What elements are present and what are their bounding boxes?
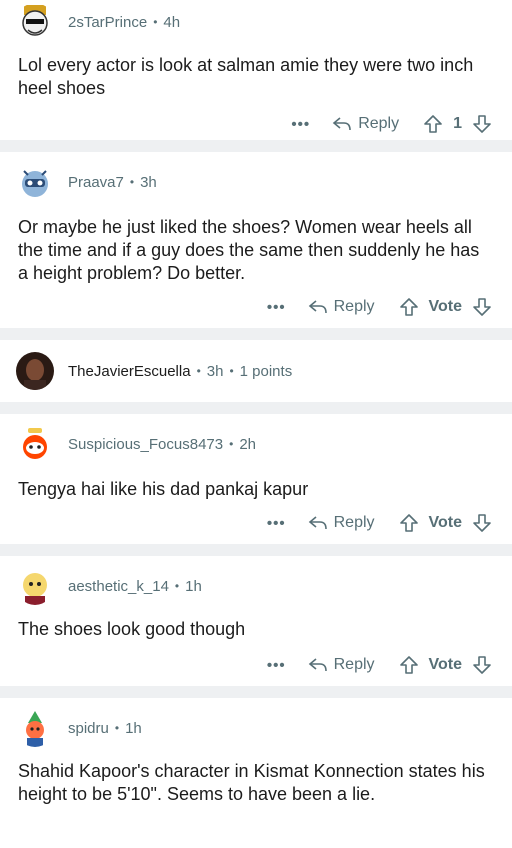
more-options-button[interactable]: ••• (267, 657, 286, 674)
vote-control: Vote (399, 655, 492, 675)
collapsed-comment[interactable]: TheJavierEscuella • 3h • 1 points (0, 340, 512, 402)
reply-button[interactable]: Reply (308, 298, 375, 316)
reply-button[interactable]: Reply (308, 514, 375, 532)
username[interactable]: spidru (68, 720, 109, 737)
upvote-arrow-icon[interactable] (399, 513, 419, 533)
separator-dot: • (229, 364, 234, 378)
upvote-arrow-icon[interactable] (423, 114, 443, 134)
timestamp: 4h (163, 13, 181, 31)
comment-separator (0, 402, 512, 414)
username[interactable]: Suspicious_Focus8473 (68, 436, 223, 453)
comment-card: aesthetic_k_14 • 1h The shoes look good … (0, 556, 512, 686)
timestamp: 3h (140, 173, 157, 191)
username[interactable]: TheJavierEscuella (68, 363, 191, 380)
more-options-button[interactable]: ••• (291, 116, 310, 133)
separator-dot: • (114, 721, 120, 735)
vote-count: 1 (453, 115, 462, 132)
user-avatar[interactable] (16, 425, 54, 463)
downvote-arrow-icon[interactable] (472, 513, 492, 533)
separator-dot: • (229, 437, 234, 451)
timestamp: 1h (125, 719, 142, 737)
upvote-arrow-icon[interactable] (399, 297, 419, 317)
reply-button[interactable]: Reply (332, 115, 399, 133)
timestamp: 1h (185, 577, 202, 595)
username[interactable]: aesthetic_k_14 (68, 578, 169, 595)
reply-label: Reply (333, 514, 375, 531)
timestamp: 2h (239, 435, 256, 453)
vote-control: Vote (399, 297, 492, 317)
reply-arrow-icon (308, 658, 327, 672)
comment-text: Tengya hai like his dad pankaj kapur (18, 479, 309, 499)
user-avatar[interactable] (16, 709, 54, 747)
user-avatar[interactable] (16, 352, 54, 390)
reply-arrow-icon (308, 300, 327, 314)
comment-separator (0, 544, 512, 556)
comment-text: Or maybe he just liked the shoes? Women … (18, 217, 480, 283)
comment-separator (0, 328, 512, 340)
points: 1 points (239, 362, 293, 380)
more-options-button[interactable]: ••• (267, 299, 286, 316)
username[interactable]: 2sTarPrince (68, 14, 147, 31)
more-options-button[interactable]: ••• (267, 515, 286, 532)
reply-arrow-icon (308, 516, 327, 530)
vote-control: Vote (399, 513, 492, 533)
separator-dot: • (153, 15, 158, 29)
vote-label: Vote (428, 298, 462, 315)
separator-dot: • (196, 364, 201, 378)
reply-label: Reply (333, 298, 375, 315)
user-avatar[interactable] (16, 163, 54, 201)
reply-label: Reply (333, 656, 375, 673)
comment-card: 2sTarPrince • 4h Lol every actor is look… (0, 0, 512, 140)
comment-card: spidru • 1h Shahid Kapoor's character in… (0, 698, 512, 848)
comment-text: Shahid Kapoor's character in Kismat Konn… (18, 761, 485, 804)
vote-label: Vote (428, 514, 462, 531)
timestamp: 3h (206, 362, 224, 380)
username[interactable]: Praava7 (68, 174, 124, 191)
downvote-arrow-icon[interactable] (472, 655, 492, 675)
comment-separator (0, 686, 512, 698)
user-avatar[interactable] (16, 3, 54, 41)
reply-button[interactable]: Reply (308, 656, 375, 674)
reply-arrow-icon (332, 117, 351, 131)
separator-dot: • (129, 175, 135, 189)
comment-text: The shoes look good though (18, 619, 246, 639)
upvote-arrow-icon[interactable] (399, 655, 419, 675)
vote-control: 1 (423, 114, 492, 134)
downvote-arrow-icon[interactable] (472, 297, 492, 317)
downvote-arrow-icon[interactable] (472, 114, 492, 134)
reply-label: Reply (358, 115, 400, 132)
user-avatar[interactable] (16, 567, 54, 605)
comment-text: Lol every actor is look at salman amie t… (18, 55, 474, 98)
comment-card: Suspicious_Focus8473 • 2h Tengya hai lik… (0, 414, 512, 544)
vote-label: Vote (428, 656, 462, 673)
comment-card: Praava7 • 3h Or maybe he just liked the … (0, 152, 512, 328)
separator-dot: • (174, 579, 180, 593)
